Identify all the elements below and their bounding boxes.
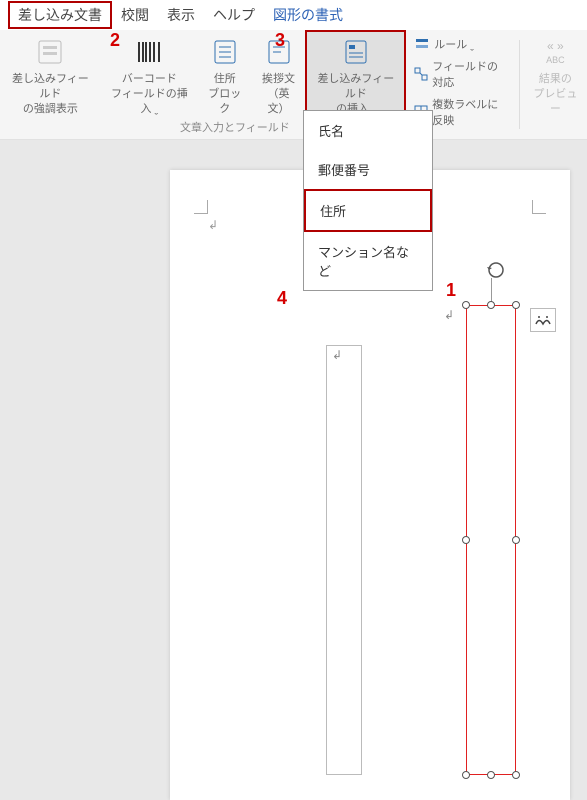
menu-item-address[interactable]: 住所 [304,189,432,232]
menu-mailings[interactable]: 差し込み文書 [8,1,112,29]
btn-highlight-merge-fields[interactable]: 差し込みフィールド の強調表示 [0,30,101,139]
menu-view[interactable]: 表示 [158,1,204,29]
menu-help[interactable]: ヘルプ [204,1,264,29]
menu-item-name[interactable]: 氏名 [304,111,432,150]
margin-corner-tr [532,200,546,214]
btn-match-fields[interactable]: フィールドの対応 [414,58,507,90]
menubar: 差し込み文書 校閲 表示 ヘルプ 図形の書式 [0,0,587,30]
textbox-1[interactable] [326,345,362,775]
btn-rules[interactable]: ルール ˬ [414,36,507,52]
selected-textbox[interactable] [466,305,516,775]
match-fields-icon [414,66,428,82]
barcode-icon [133,36,165,68]
handle-tr[interactable] [512,301,520,309]
handle-ml[interactable] [462,536,470,544]
selected-textbox-mark: ↲ [444,308,454,322]
handle-bm[interactable] [487,771,495,779]
step-3: 3 [275,30,285,51]
step-2: 2 [110,30,120,51]
margin-corner-tl [194,200,208,214]
layout-options-icon [534,313,552,327]
insert-merge-icon [340,36,372,68]
rules-icon [414,36,430,52]
handle-tm[interactable] [487,301,495,309]
menu-item-postal[interactable]: 郵便番号 [304,150,432,189]
menu-shape-fmt[interactable]: 図形の書式 [264,1,352,29]
layout-options-button[interactable] [530,308,556,332]
highlight-icon [34,36,66,68]
menu-review[interactable]: 校閲 [112,1,158,29]
handle-bl[interactable] [462,771,470,779]
handle-tl[interactable] [462,301,470,309]
handle-mr[interactable] [512,536,520,544]
paragraph-mark: ↲ [208,218,218,232]
insert-merge-field-menu: 氏名 郵便番号 住所 マンション名など [303,110,433,291]
ribbon: 差し込みフィールド の強調表示 バーコード フィールドの挿入 ˬ 住所 ブロック… [0,30,587,140]
handle-br[interactable] [512,771,520,779]
menu-item-apt[interactable]: マンション名など [304,232,432,290]
btn-preview-results[interactable]: « » ABC 結果の プレビュー [524,30,587,139]
step-4: 4 [277,288,287,309]
address-block-icon [209,36,241,68]
ribbon-separator [519,40,520,129]
document-canvas[interactable]: ↲ ↲ ↲ [0,140,587,800]
textbox-1-mark: ↲ [332,348,342,362]
step-1: 1 [446,280,456,301]
ribbon-group-caption: 文章入力とフィールド [180,119,290,135]
preview-icon: « » ABC [539,36,571,68]
rotation-handle[interactable] [486,260,506,280]
